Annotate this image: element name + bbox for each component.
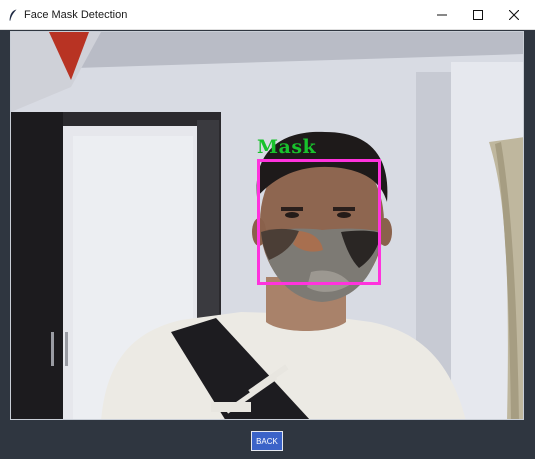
detection-label: Mask bbox=[257, 136, 317, 158]
maximize-button[interactable] bbox=[460, 0, 496, 30]
feather-icon bbox=[9, 9, 17, 21]
maximize-icon bbox=[473, 10, 483, 20]
back-button[interactable]: BACK bbox=[251, 431, 283, 451]
app-window: Face Mask Detection Mask BACK bbox=[0, 0, 535, 459]
camera-feed: Mask bbox=[10, 31, 524, 420]
close-button[interactable] bbox=[496, 0, 532, 30]
minimize-button[interactable] bbox=[424, 0, 460, 30]
close-icon bbox=[509, 10, 519, 20]
minimize-icon bbox=[437, 14, 447, 16]
window-title: Face Mask Detection bbox=[24, 9, 128, 21]
title-bar[interactable]: Face Mask Detection bbox=[0, 0, 535, 30]
face-detection-box bbox=[257, 159, 381, 285]
